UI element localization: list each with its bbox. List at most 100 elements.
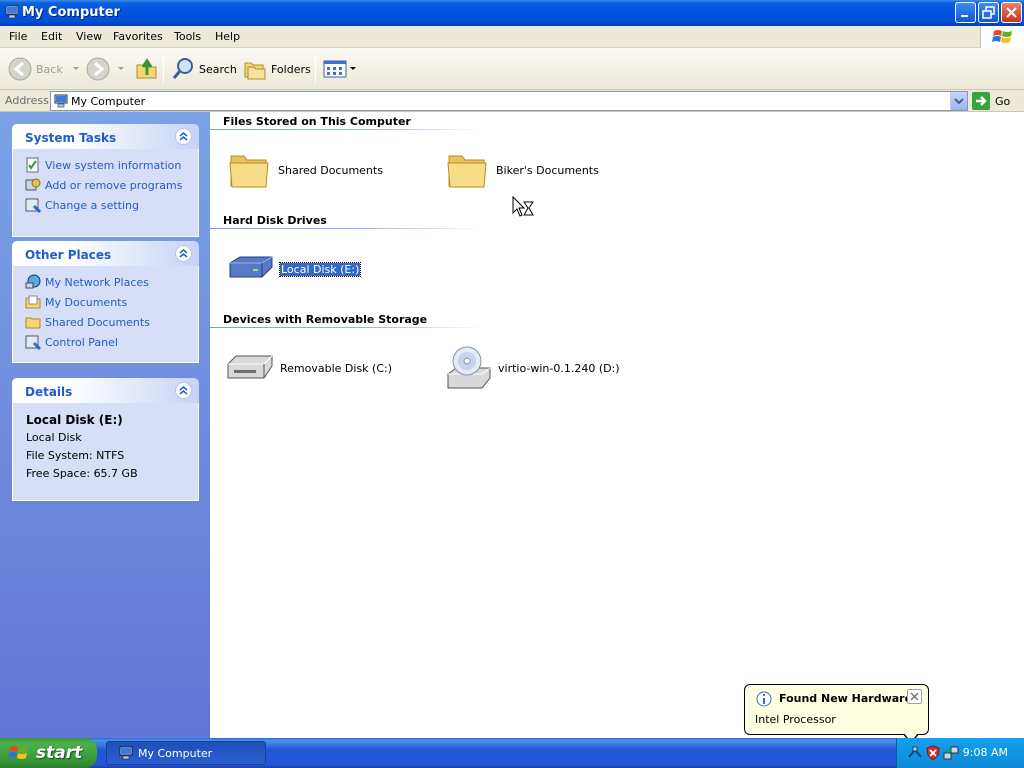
address-dropdown-button[interactable] xyxy=(950,92,967,110)
views-icon xyxy=(323,60,347,78)
collapse-button[interactable] xyxy=(175,382,192,399)
chevron-up-double-icon xyxy=(179,132,188,141)
back-arrow-icon xyxy=(8,57,32,81)
folder-icon xyxy=(229,155,269,188)
system-tasks-header[interactable]: System Tasks xyxy=(12,124,199,149)
go-label: Go xyxy=(995,94,1011,108)
details-panel: Details Local Disk (E:) Local Disk File … xyxy=(12,378,199,501)
chevron-down-icon xyxy=(72,67,79,70)
cd-drive-icon xyxy=(447,346,491,389)
change-setting-link[interactable]: Change a setting xyxy=(13,195,198,215)
start-label: start xyxy=(36,743,83,763)
menu-view[interactable]: View xyxy=(76,30,102,43)
menu-favorites[interactable]: Favorites xyxy=(113,30,163,43)
collapse-button[interactable] xyxy=(175,128,192,145)
toolbar-separator xyxy=(315,54,316,84)
restore-button[interactable] xyxy=(978,2,999,23)
other-places-header[interactable]: Other Places xyxy=(12,241,199,266)
cd-drive-d-item[interactable]: virtio-win-0.1.240 (D:) xyxy=(444,344,620,392)
title-bar[interactable]: My Computer xyxy=(0,0,1024,26)
search-label: Search xyxy=(199,62,237,76)
search-button[interactable]: Search xyxy=(171,53,237,85)
menu-bar: File Edit View Favorites Tools Help xyxy=(0,26,1024,48)
view-system-info-link[interactable]: View system information xyxy=(13,155,198,175)
folders-button[interactable]: Folders xyxy=(243,53,311,85)
item-label: Local Disk (E:) xyxy=(278,261,362,277)
windows-logo xyxy=(980,26,1024,48)
go-arrow-icon xyxy=(972,92,990,110)
bikers-documents-item[interactable]: Biker's Documents xyxy=(446,150,599,190)
minimize-icon xyxy=(961,15,968,17)
address-value: My Computer xyxy=(71,95,146,108)
chevron-up-double-icon xyxy=(179,386,188,395)
item-label: Shared Documents xyxy=(278,163,383,177)
my-computer-icon xyxy=(54,94,68,108)
folder-icon xyxy=(25,317,41,329)
balloon-close-button[interactable] xyxy=(907,689,922,704)
forward-button[interactable] xyxy=(86,53,126,85)
up-button[interactable] xyxy=(135,53,159,85)
group-divider xyxy=(210,327,482,328)
start-button[interactable]: start xyxy=(0,738,97,768)
toolbar-separator xyxy=(163,54,164,84)
group-divider xyxy=(210,129,482,130)
collapse-button[interactable] xyxy=(175,245,192,262)
menu-file[interactable]: File xyxy=(9,30,27,43)
my-documents-link[interactable]: My Documents xyxy=(13,292,198,312)
item-label: virtio-win-0.1.240 (D:) xyxy=(498,361,620,375)
go-button[interactable]: Go xyxy=(972,92,1010,110)
system-info-icon xyxy=(26,157,39,173)
address-input[interactable]: My Computer xyxy=(50,91,968,111)
chevron-down-icon xyxy=(350,67,356,70)
taskbar-item-my-computer[interactable]: My Computer xyxy=(106,741,266,765)
removable-disk-c-item[interactable]: Removable Disk (C:) xyxy=(226,352,392,384)
taskbar-item-label: My Computer xyxy=(138,746,213,760)
address-label: Address xyxy=(5,94,49,107)
chevron-down-icon xyxy=(954,98,964,105)
link-label: Control Panel xyxy=(45,335,118,349)
system-tray: 9:08 AM xyxy=(896,738,1024,768)
local-disk-e-item[interactable]: Local Disk (E:) xyxy=(226,253,362,285)
shared-documents-item[interactable]: Shared Documents xyxy=(228,150,383,190)
hardware-icon[interactable] xyxy=(907,745,923,761)
add-remove-programs-link[interactable]: Add or remove programs xyxy=(13,175,198,195)
item-label: Biker's Documents xyxy=(496,163,599,177)
my-network-places-link[interactable]: My Network Places xyxy=(13,272,198,292)
folder-icon xyxy=(447,155,487,188)
up-folder-icon xyxy=(136,58,157,79)
search-icon xyxy=(172,58,193,79)
menu-tools[interactable]: Tools xyxy=(174,30,201,43)
windows-flag-icon xyxy=(8,746,28,759)
other-places-panel: Other Places My Network Places My Docume… xyxy=(12,241,199,363)
clock[interactable]: 9:08 AM xyxy=(963,746,1008,759)
shared-documents-link[interactable]: Shared Documents xyxy=(13,312,198,332)
chevron-up-double-icon xyxy=(179,249,188,258)
group-header-hard-disks: Hard Disk Drives xyxy=(223,214,327,227)
back-button[interactable]: Back xyxy=(8,53,81,85)
hard-disk-icon xyxy=(229,256,273,278)
control-panel-icon xyxy=(25,198,41,213)
minimize-button[interactable] xyxy=(955,2,976,23)
close-button[interactable] xyxy=(1001,2,1022,23)
removable-disk-icon xyxy=(227,355,273,379)
views-button[interactable] xyxy=(323,53,358,85)
details-name: Local Disk (E:) xyxy=(26,413,123,427)
notification-balloon[interactable]: Found New Hardware Intel Processor xyxy=(744,684,929,744)
menu-edit[interactable]: Edit xyxy=(41,30,62,43)
group-header-removable: Devices with Removable Storage xyxy=(223,313,428,326)
balloon-title: Found New Hardware xyxy=(779,692,913,705)
link-label: My Network Places xyxy=(45,275,149,289)
group-divider xyxy=(210,228,482,229)
menu-help[interactable]: Help xyxy=(215,30,240,43)
control-panel-link[interactable]: Control Panel xyxy=(13,332,198,352)
taskbar: start My Computer 9:08 AM xyxy=(0,738,1024,768)
network-icon[interactable] xyxy=(943,745,959,761)
folders-icon xyxy=(244,62,266,80)
details-header[interactable]: Details xyxy=(12,378,199,403)
security-shield-icon[interactable] xyxy=(925,745,941,761)
details-file-system: File System: NTFS xyxy=(26,449,125,462)
network-places-icon xyxy=(25,274,41,289)
busy-cursor-icon xyxy=(512,196,534,217)
chevron-down-icon xyxy=(118,67,124,70)
info-icon xyxy=(756,691,772,707)
